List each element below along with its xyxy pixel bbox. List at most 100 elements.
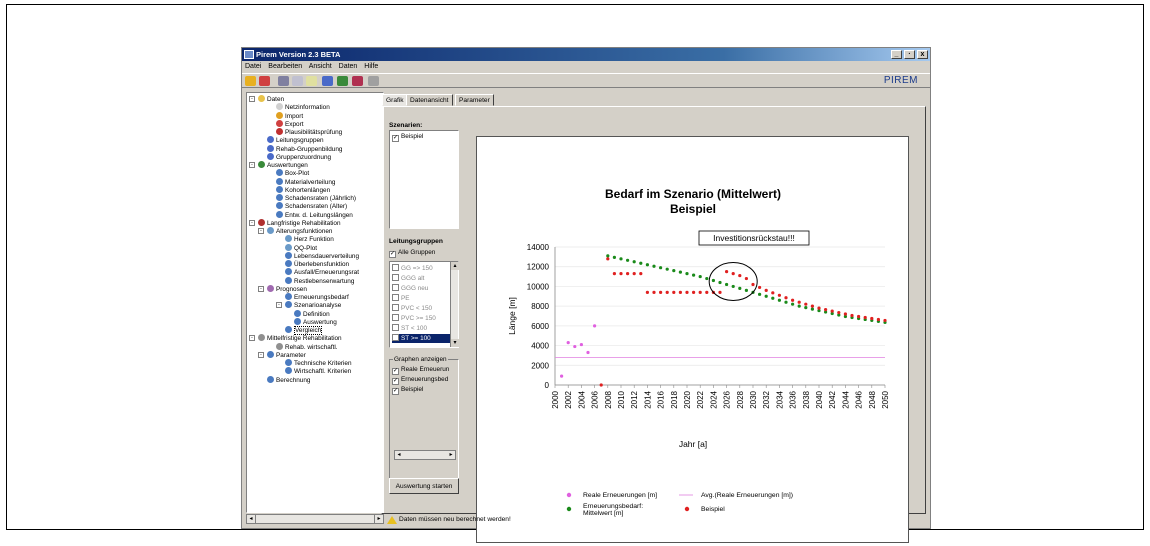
group-item[interactable]: ST >= 100 <box>392 334 450 343</box>
y-tick-label: 14000 <box>527 243 550 252</box>
checkbox-icon[interactable] <box>392 294 399 301</box>
expand-toggle-icon[interactable]: - <box>249 335 255 342</box>
data-point <box>758 285 762 290</box>
scroll-left-icon[interactable]: ◂ <box>247 515 256 523</box>
scroll-right-icon[interactable]: ▸ <box>374 515 383 523</box>
checkbox-icon[interactable] <box>392 284 399 291</box>
legend-marker <box>566 492 572 498</box>
checkbox-icon[interactable] <box>392 324 399 331</box>
maximize-button[interactable]: · <box>904 50 915 59</box>
chart-area: Bedarf im Szenario (Mittelwert) Beispiel 0… <box>476 136 909 543</box>
scroll-left-icon[interactable]: ◂ <box>395 451 403 459</box>
chart-icon <box>258 161 265 168</box>
checkbox-icon[interactable] <box>392 304 399 311</box>
checkbox-icon[interactable] <box>392 314 399 321</box>
checkbox-icon[interactable]: ✓ <box>392 368 399 375</box>
checkbox-icon[interactable] <box>392 264 399 271</box>
menu-ansicht[interactable]: Ansicht <box>309 63 332 70</box>
document-icon[interactable] <box>368 76 379 86</box>
rehab-icon[interactable] <box>352 76 363 86</box>
x-tick-label: 2022 <box>696 390 705 408</box>
menu-bearbeiten[interactable]: Bearbeiten <box>268 63 302 70</box>
close-button[interactable]: x <box>917 50 928 59</box>
group-list-scrollbar[interactable]: ▴ ▾ <box>450 262 459 347</box>
check-icon <box>276 128 283 135</box>
x-tick-label: 2020 <box>683 390 692 408</box>
data-point <box>698 290 702 294</box>
tab-grafik[interactable]: Grafik <box>382 94 408 106</box>
minimize-button[interactable]: _ <box>891 50 902 59</box>
checkbox-icon[interactable] <box>392 334 399 341</box>
tree-item-label: Definition <box>303 310 330 318</box>
expand-toggle-icon[interactable]: - <box>258 351 264 358</box>
open-icon[interactable] <box>245 76 256 86</box>
menu-hilfe[interactable]: Hilfe <box>364 63 378 70</box>
scroll-down-icon[interactable]: ▾ <box>451 339 459 347</box>
checkbox-icon[interactable]: ✓ <box>392 378 399 385</box>
expand-toggle-icon[interactable]: - <box>249 96 255 102</box>
group-item[interactable]: PVC < 150 <box>392 304 432 313</box>
expand-toggle-icon[interactable]: - <box>258 228 264 234</box>
tree-item-label: Ausfall/Erneuerungsrat <box>294 269 360 277</box>
x-tick-label: 2044 <box>841 390 850 408</box>
data-point <box>659 290 663 294</box>
status-bar: Daten müssen neu berechnet werden! <box>385 514 930 526</box>
chart-icon[interactable] <box>337 76 348 86</box>
scroll-up-icon[interactable]: ▴ <box>451 262 459 270</box>
all-groups-checkbox[interactable]: ✓ Alle Gruppen <box>389 249 435 258</box>
data-point <box>692 273 696 277</box>
data-point <box>678 290 682 294</box>
tree-item-label: Import <box>285 112 304 120</box>
legend-marker <box>566 506 572 512</box>
graph-toggle[interactable]: ✓ Beispiel <box>392 386 423 395</box>
tree-item[interactable]: Berechnung <box>267 375 310 385</box>
checkbox-icon[interactable]: ✓ <box>392 388 399 395</box>
cut-icon[interactable] <box>278 76 289 86</box>
scenario-item[interactable]: ✓ Beispiel <box>392 133 423 142</box>
group-item[interactable]: PVC >= 150 <box>392 314 436 323</box>
tree-horizontal-scrollbar[interactable]: ◂ ▸ <box>246 514 384 524</box>
group-item[interactable]: GG => 150 <box>392 264 433 273</box>
x-tick-label: 2034 <box>775 390 784 408</box>
expand-toggle-icon[interactable]: - <box>249 219 255 226</box>
copy-icon[interactable] <box>292 76 303 86</box>
scenario-list[interactable]: ✓ Beispiel <box>389 130 459 229</box>
checkbox-icon[interactable]: ✓ <box>392 135 399 142</box>
tab-datenansicht[interactable]: Datenansicht <box>406 94 453 106</box>
group-item[interactable]: ST < 100 <box>392 324 427 333</box>
pipe-icon <box>267 136 274 144</box>
group-item-label: PE <box>401 295 410 302</box>
group-list[interactable]: GG => 150 GGG alt GGG neu PE PVC < 150 PVC >=… <box>389 261 459 348</box>
group-item[interactable]: GGG alt <box>392 274 424 283</box>
group-item[interactable]: PE <box>392 294 410 303</box>
expand-toggle-icon[interactable]: - <box>276 302 282 309</box>
start-evaluation-button[interactable]: Auswertung starten <box>389 478 459 494</box>
toolbar: PIREM <box>242 73 930 88</box>
data-point <box>705 290 709 294</box>
expand-toggle-icon[interactable]: - <box>258 285 264 292</box>
scroll-right-icon[interactable]: ▸ <box>447 451 455 459</box>
menu-datei[interactable]: Datei <box>245 63 261 70</box>
data-point <box>639 272 643 276</box>
group-item[interactable]: GGG neu <box>392 284 428 293</box>
pipe-icon[interactable] <box>322 76 333 86</box>
graph-toggle-label: Reale Erneuerun <box>401 366 450 373</box>
data-point <box>612 255 616 259</box>
graphs-horizontal-scrollbar[interactable]: ◂ ▸ <box>394 450 456 460</box>
data-point <box>599 383 603 387</box>
graph-toggle[interactable]: ✓ Reale Erneuerun <box>392 366 449 375</box>
pipe-icon <box>267 144 274 152</box>
tree-item-label: Export <box>285 120 304 128</box>
checkbox-icon[interactable]: ✓ <box>389 251 396 258</box>
data-point <box>863 315 867 320</box>
graph-toggle[interactable]: ✓ Erneuerungsbed <box>392 376 448 385</box>
status-text: Daten müssen neu berechnet werden! <box>399 516 511 523</box>
data-point <box>817 306 821 310</box>
paste-icon[interactable] <box>306 76 317 86</box>
expand-toggle-icon[interactable]: - <box>249 162 255 168</box>
tab-parameter[interactable]: Parameter <box>455 94 494 106</box>
tree-item-label: Mittelfristige Rehabilitation <box>267 335 342 343</box>
export-icon[interactable] <box>259 76 270 86</box>
menu-daten[interactable]: Daten <box>339 63 358 70</box>
checkbox-icon[interactable] <box>392 274 399 281</box>
